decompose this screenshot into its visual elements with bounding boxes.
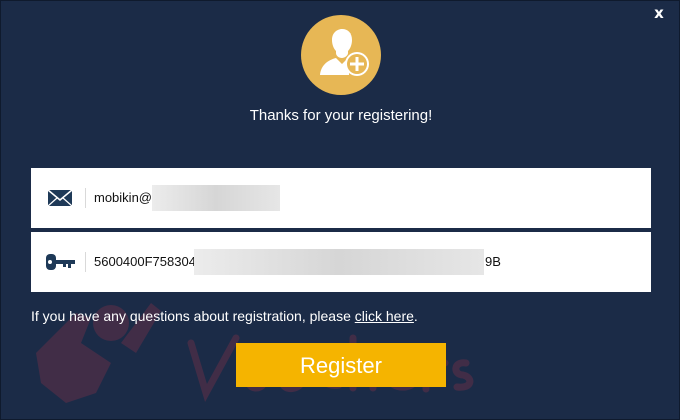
registration-dialog: x Thanks for your registering! mobikin@	[0, 0, 680, 420]
notice-text: If you have any questions about registra…	[31, 308, 355, 324]
notice-end: .	[413, 308, 418, 324]
support-notice: If you have any questions about registra…	[31, 308, 418, 324]
redacted-area	[194, 249, 484, 275]
click-here-link[interactable]: click here	[355, 308, 414, 324]
register-button[interactable]: Register	[236, 343, 446, 387]
page-title: Thanks for your registering!	[249, 107, 433, 124]
envelope-icon	[45, 186, 75, 210]
email-field[interactable]: mobikin@	[31, 168, 651, 228]
close-button[interactable]: x	[651, 5, 667, 21]
code-suffix: 9B	[485, 254, 501, 269]
redacted-area	[152, 185, 280, 211]
email-value: mobikin@	[94, 190, 152, 205]
field-divider	[85, 252, 86, 272]
field-divider	[85, 188, 86, 208]
user-add-icon	[301, 15, 381, 95]
key-icon	[45, 250, 75, 274]
code-prefix: 5600400F758304	[94, 254, 196, 269]
